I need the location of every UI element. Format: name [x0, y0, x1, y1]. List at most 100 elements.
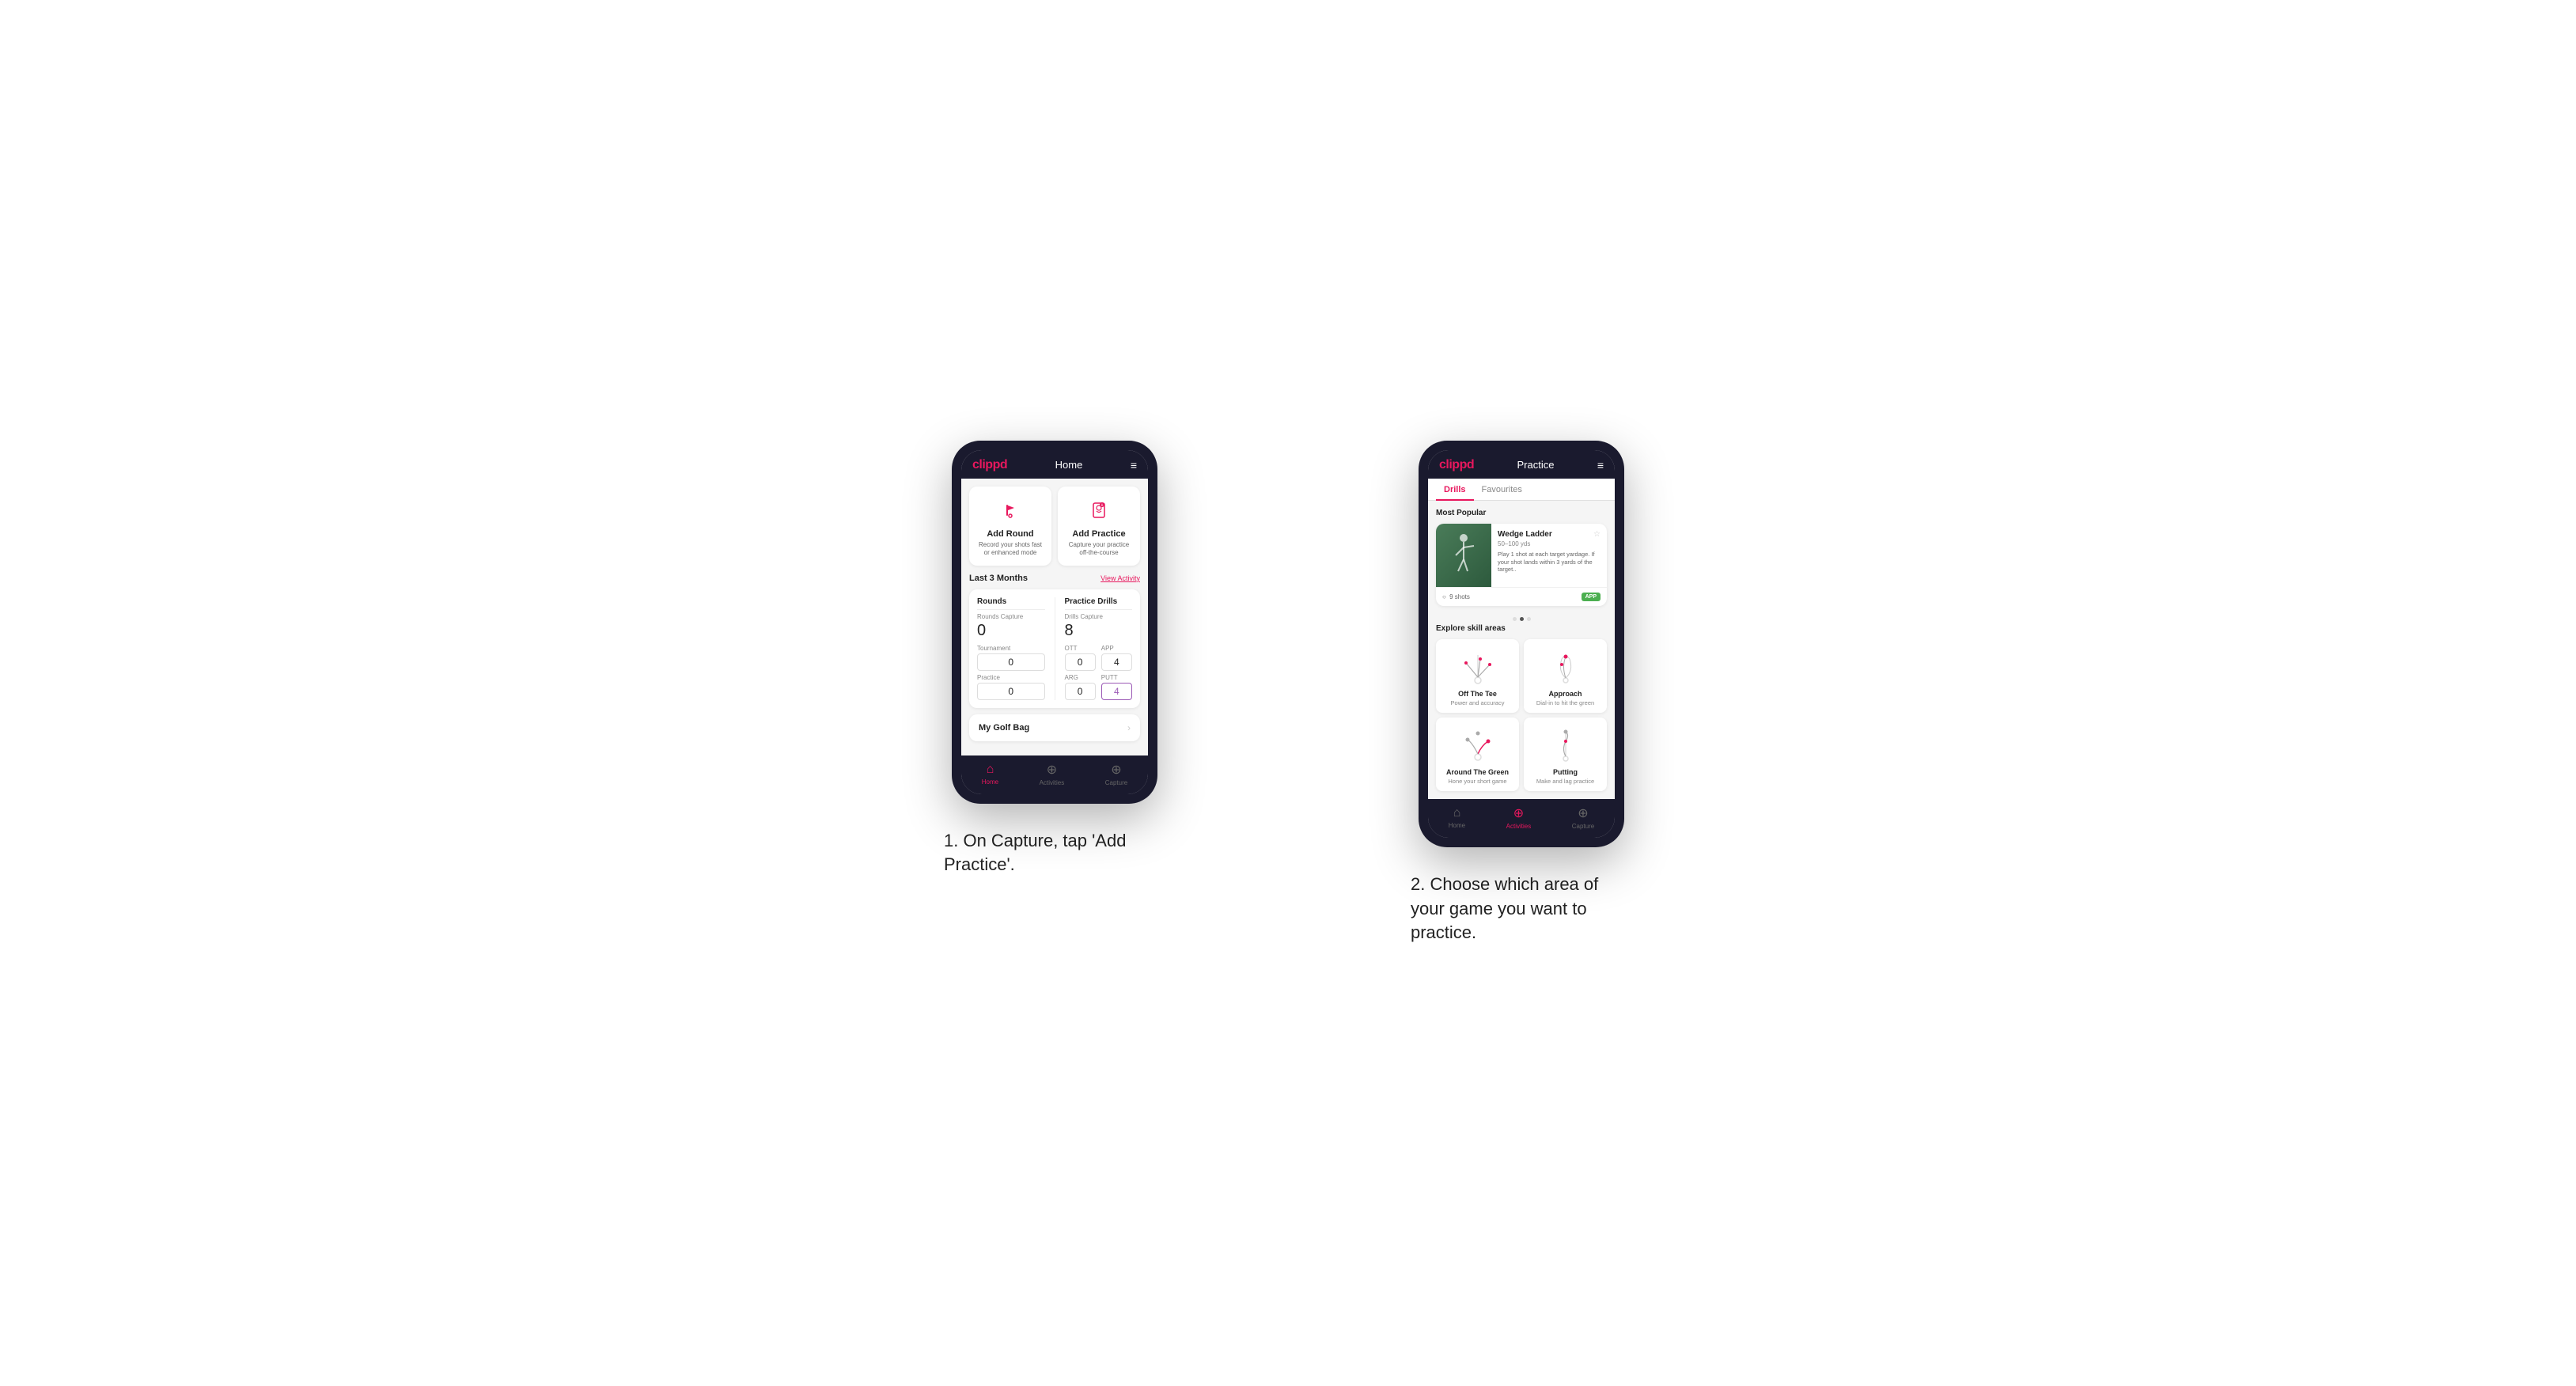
golf-bag-label: My Golf Bag — [979, 723, 1029, 733]
phone2-section: clippd Practice ≡ Drills Favourites Most… — [1320, 441, 1723, 945]
popular-card-inner: Wedge Ladder ☆ 50–100 yds Play 1 shot at… — [1436, 524, 1607, 587]
phone2-screen: clippd Practice ≡ Drills Favourites Most… — [1428, 450, 1615, 838]
phone2-content: Most Popular — [1428, 501, 1615, 799]
ott-app-row: OTT 0 APP 4 — [1065, 645, 1133, 671]
add-practice-card[interactable]: + Add Practice Capture your practice off… — [1058, 487, 1140, 566]
activities-icon-1: ⊕ — [1047, 762, 1057, 778]
golf-bag-row[interactable]: My Golf Bag › — [969, 714, 1140, 741]
stats-container: Rounds Rounds Capture 0 Tournament 0 — [969, 589, 1140, 708]
drills-capture-value: 8 — [1065, 622, 1133, 640]
app-logo-1: clippd — [972, 458, 1007, 472]
app-box: 4 — [1101, 653, 1132, 671]
tournament-box: 0 — [977, 653, 1045, 671]
stats-row: Rounds Rounds Capture 0 Tournament 0 — [977, 597, 1132, 700]
tournament-row: Tournament 0 — [977, 645, 1045, 671]
hamburger-icon-2[interactable]: ≡ — [1597, 459, 1604, 471]
tournament-value: 0 — [981, 657, 1041, 668]
skill-areas-label: Explore skill areas — [1436, 624, 1607, 633]
skill-approach[interactable]: Approach Dial-in to hit the green — [1524, 639, 1607, 713]
popular-card-info: Wedge Ladder ☆ 50–100 yds Play 1 shot at… — [1491, 524, 1607, 587]
card-footer: ○ 9 shots APP — [1436, 587, 1607, 606]
tab-favourites[interactable]: Favourites — [1474, 479, 1530, 501]
skill-putt[interactable]: Putting Make and lag practice — [1524, 718, 1607, 791]
drills-capture-label: Drills Capture — [1065, 613, 1133, 620]
activities-label-2: Activities — [1506, 823, 1532, 830]
popular-card-image — [1436, 524, 1491, 587]
capture-label-2: Capture — [1572, 823, 1594, 830]
dot-2 — [1520, 617, 1524, 621]
ott-value: 0 — [1069, 657, 1092, 668]
rounds-capture-value: 0 — [977, 622, 1045, 640]
ott-box: 0 — [1065, 653, 1096, 671]
skill-atg[interactable]: Around The Green Hone your short game — [1436, 718, 1519, 791]
practice-box: 0 — [977, 683, 1045, 700]
putt-name: Putting — [1553, 768, 1578, 776]
approach-diagram — [1546, 647, 1585, 687]
nav-activities-1[interactable]: ⊕ Activities — [1040, 762, 1065, 786]
skill-ott[interactable]: Off The Tee Power and accuracy — [1436, 639, 1519, 713]
home-icon-2: ⌂ — [1453, 806, 1461, 820]
action-cards: Add Round Record your shots fast or enha… — [969, 487, 1140, 566]
activities-label-1: Activities — [1040, 779, 1065, 786]
drills-col: Practice Drills Drills Capture 8 OTT 0 — [1065, 597, 1133, 700]
star-icon[interactable]: ☆ — [1593, 530, 1601, 539]
hamburger-icon-1[interactable]: ≡ — [1131, 459, 1137, 471]
clock-icon: ○ — [1442, 593, 1446, 600]
app-logo-2: clippd — [1439, 458, 1474, 472]
phone2-header: clippd Practice ≡ — [1428, 450, 1615, 479]
ott-desc: Power and accuracy — [1451, 699, 1505, 706]
app-label: APP — [1101, 645, 1132, 652]
ott-diagram — [1458, 647, 1498, 687]
most-popular-label: Most Popular — [1436, 509, 1607, 517]
card-title-row: Wedge Ladder ☆ — [1498, 530, 1601, 539]
phone1-section: clippd Home ≡ — [853, 441, 1256, 877]
golfer-svg — [1444, 532, 1483, 579]
add-round-card[interactable]: Add Round Record your shots fast or enha… — [969, 487, 1051, 566]
home-icon-1: ⌂ — [987, 763, 994, 777]
arg-value: 0 — [1069, 686, 1092, 697]
home-label-2: Home — [1449, 822, 1465, 829]
nav-home-2[interactable]: ⌂ Home — [1449, 806, 1465, 829]
app-value: 4 — [1105, 657, 1128, 668]
nav-activities-2[interactable]: ⊕ Activities — [1506, 805, 1532, 830]
phone2-bottom-nav: ⌂ Home ⊕ Activities ⊕ Capture — [1428, 799, 1615, 838]
header-title-2: Practice — [1517, 459, 1554, 471]
header-title-1: Home — [1055, 459, 1083, 471]
dot-3 — [1527, 617, 1531, 621]
arg-label: ARG — [1065, 674, 1096, 681]
add-practice-title: Add Practice — [1072, 529, 1125, 539]
dot-1 — [1513, 617, 1517, 621]
ott-name: Off The Tee — [1458, 690, 1497, 698]
phone1-header: clippd Home ≡ — [961, 450, 1148, 479]
phone2: clippd Practice ≡ Drills Favourites Most… — [1419, 441, 1624, 847]
activities-icon-2: ⊕ — [1513, 805, 1524, 821]
view-activity-link[interactable]: View Activity — [1100, 574, 1140, 582]
add-round-desc: Record your shots fast or enhanced mode — [975, 541, 1045, 558]
nav-home-1[interactable]: ⌂ Home — [982, 763, 998, 786]
atg-diagram — [1458, 725, 1498, 765]
drills-title: Practice Drills — [1065, 597, 1133, 610]
nav-capture-2[interactable]: ⊕ Capture — [1572, 805, 1594, 830]
add-round-title: Add Round — [987, 529, 1033, 539]
add-round-icon — [996, 496, 1025, 524]
skill-grid: Off The Tee Power and accuracy — [1436, 639, 1607, 791]
putt-diagram — [1546, 725, 1585, 765]
stats-header: Last 3 Months View Activity — [969, 574, 1140, 583]
approach-name: Approach — [1548, 690, 1582, 698]
card-title: Wedge Ladder — [1498, 530, 1552, 539]
arg-putt-row: ARG 0 PUTT 4 — [1065, 674, 1133, 700]
page-container: clippd Home ≡ — [853, 441, 1723, 945]
add-practice-desc: Capture your practice off-the-course — [1064, 541, 1134, 558]
atg-name: Around The Green — [1446, 768, 1509, 776]
putt-label: PUTT — [1101, 674, 1132, 681]
practice-value: 0 — [981, 686, 1041, 697]
capture-label-1: Capture — [1105, 779, 1127, 786]
add-practice-icon: + — [1085, 496, 1113, 524]
tournament-label: Tournament — [977, 645, 1045, 652]
nav-capture-1[interactable]: ⊕ Capture — [1105, 762, 1127, 786]
drills-sub-grid: OTT 0 APP 4 — [1065, 645, 1133, 700]
app-badge: APP — [1582, 593, 1601, 601]
tab-drills[interactable]: Drills — [1436, 479, 1474, 501]
popular-card[interactable]: Wedge Ladder ☆ 50–100 yds Play 1 shot at… — [1436, 524, 1607, 606]
practice-row: Practice 0 — [977, 674, 1045, 700]
